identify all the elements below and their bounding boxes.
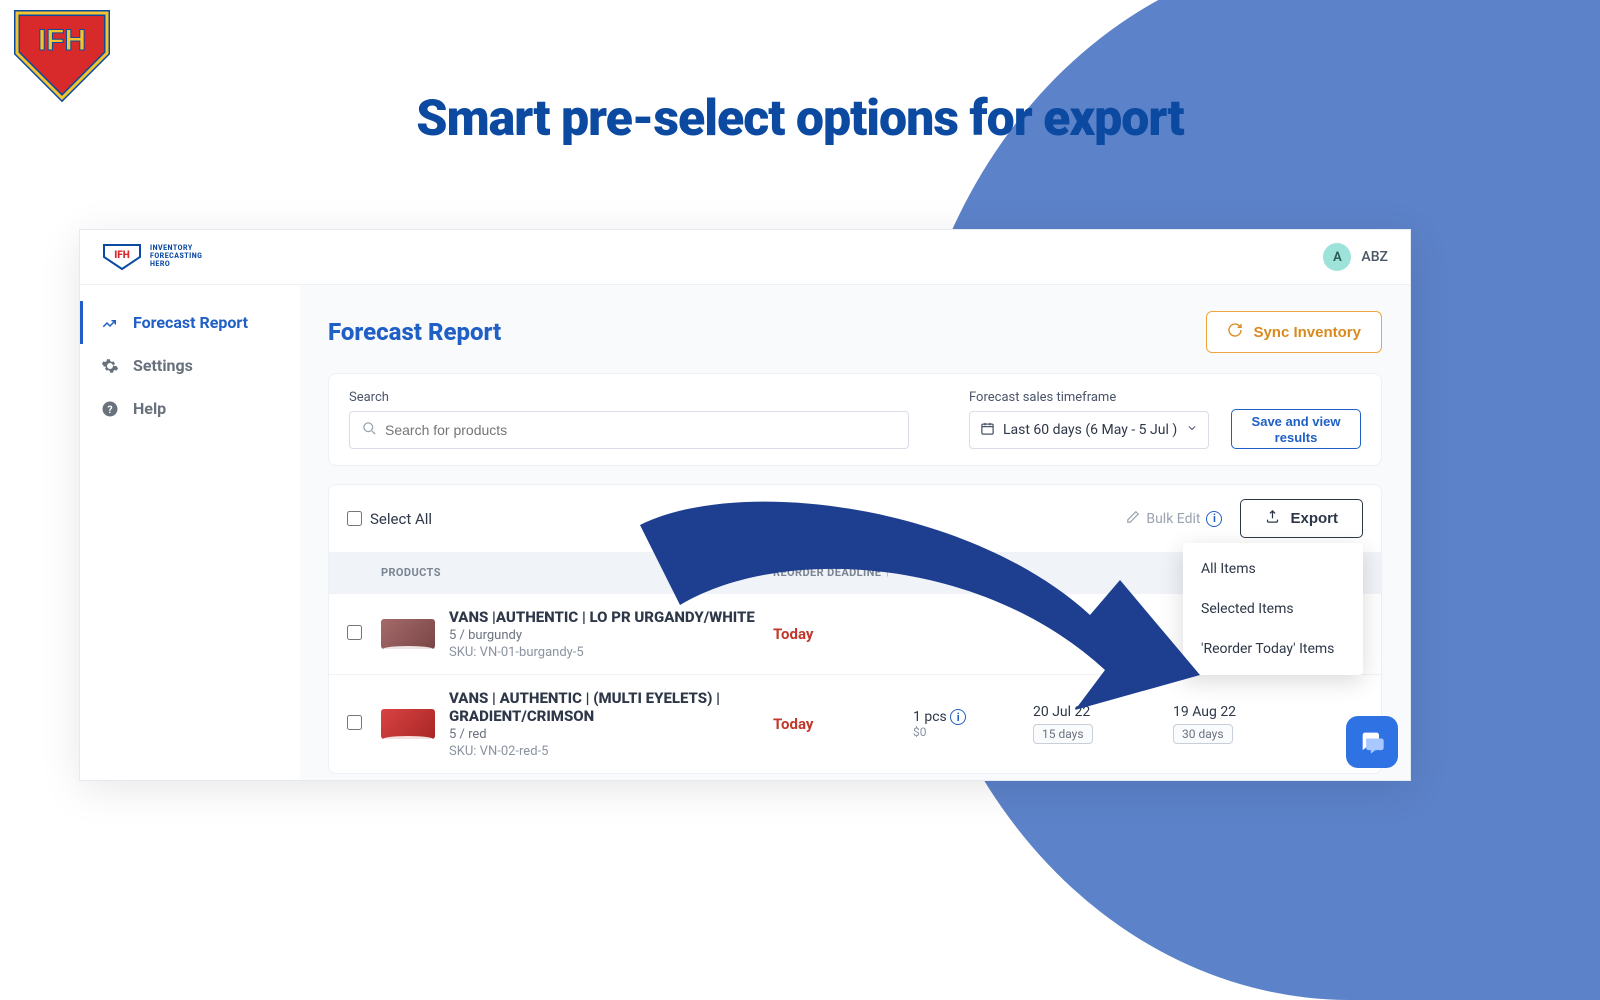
product-cell[interactable]: VANS | AUTHENTIC | (MULTI EYELETS) | GRA… (381, 689, 773, 759)
product-sku: SKU: VN-02-red-5 (449, 744, 773, 759)
show-toggle-label-partial: Sh (798, 510, 815, 528)
chat-widget-button[interactable] (1346, 716, 1398, 768)
date-cell: 19 Aug 22 30 days (1173, 704, 1363, 744)
sidebar-item-help[interactable]: ? Help (80, 387, 300, 430)
app-topbar: IFH INVENTORY FORECASTING HERO A ABZ (80, 230, 1410, 285)
sidebar-item-label: Help (133, 399, 166, 418)
bulk-edit-label: Bulk Edit (1146, 511, 1200, 527)
calendar-icon (980, 421, 995, 440)
table-panel: Select All Sh Bulk Edit i (328, 484, 1382, 774)
row-checkbox[interactable] (347, 715, 362, 730)
main-header: Forecast Report Sync Inventory (328, 311, 1382, 353)
chevron-down-icon (1186, 422, 1198, 438)
export-option-reorder-today[interactable]: 'Reorder Today' Items (1183, 629, 1363, 669)
product-variant: 5 / burgundy (449, 628, 755, 643)
select-all[interactable]: Select All (347, 510, 432, 528)
svg-text:?: ? (107, 402, 112, 415)
app-brand-logo: IFH (102, 243, 142, 271)
product-cell[interactable]: VANS |AUTHENTIC | LO PR URGANDY/WHITE 5 … (381, 608, 773, 660)
product-thumbnail (381, 619, 435, 649)
date-cell: 20 Jul 22 15 days (1033, 704, 1173, 744)
sidebar: Forecast Report Settings ? Help (80, 285, 300, 780)
search-label: Search (349, 390, 947, 405)
search-panel: Search Forecast sales timeframe (328, 373, 1382, 466)
sidebar-item-label: Forecast Report (133, 313, 248, 332)
search-icon (362, 421, 377, 440)
sidebar-item-forecast-report[interactable]: Forecast Report (80, 301, 300, 344)
select-all-checkbox[interactable] (347, 511, 362, 526)
col-products[interactable]: PRODUCTS (381, 566, 773, 579)
table-row: VANS | AUTHENTIC | (MULTI EYELETS) | GRA… (329, 674, 1381, 773)
product-sku: SKU: VN-01-burgandy-5 (449, 645, 755, 660)
pencil-icon (1126, 510, 1140, 528)
page-title: Forecast Report (328, 318, 501, 346)
days-input[interactable]: 15 days (1033, 724, 1093, 744)
col-reorder-deadline[interactable]: REORDER DEADLINE ↑ (773, 566, 913, 579)
select-all-label: Select All (370, 510, 432, 528)
deadline-value: Today (773, 715, 913, 733)
avatar: A (1323, 243, 1351, 271)
slide-headline: Smart pre-select options for export (0, 90, 1600, 148)
deadline-value: Today (773, 625, 913, 643)
table-toolbar: Select All Sh Bulk Edit i (329, 485, 1381, 552)
app-window: IFH INVENTORY FORECASTING HERO A ABZ For… (80, 230, 1410, 780)
export-option-selected-items[interactable]: Selected Items (1183, 589, 1363, 629)
app-brand: IFH INVENTORY FORECASTING HERO (102, 243, 202, 271)
export-label: Export (1290, 510, 1338, 527)
sync-button-label: Sync Inventory (1253, 324, 1361, 341)
svg-text:IFH: IFH (38, 24, 86, 57)
chat-icon (1358, 728, 1386, 756)
refresh-icon (1227, 322, 1243, 342)
search-input-wrap[interactable] (349, 411, 909, 449)
export-icon (1265, 509, 1280, 528)
svg-text:IFH: IFH (114, 250, 130, 261)
help-icon: ? (101, 400, 119, 418)
show-toggle[interactable] (738, 508, 780, 530)
sidebar-item-settings[interactable]: Settings (80, 344, 300, 387)
gear-icon (101, 357, 119, 375)
info-icon[interactable]: i (950, 709, 966, 725)
export-dropdown: All Items Selected Items 'Reorder Today'… (1183, 543, 1363, 675)
export-option-all-items[interactable]: All Items (1183, 549, 1363, 589)
main-content: Forecast Report Sync Inventory Search (300, 285, 1410, 780)
product-variant: 5 / red (449, 727, 773, 742)
product-thumbnail (381, 709, 435, 739)
timeframe-select[interactable]: Last 60 days (6 May - 5 Jul ) (969, 411, 1209, 449)
save-view-results-button[interactable]: Save and view results (1231, 409, 1361, 449)
user-label: ABZ (1361, 249, 1388, 265)
user-menu[interactable]: A ABZ (1323, 243, 1388, 271)
search-input[interactable] (385, 422, 896, 438)
info-icon[interactable]: i (1206, 511, 1222, 527)
row-checkbox[interactable] (347, 625, 362, 640)
export-button[interactable]: Export (1240, 499, 1363, 538)
product-title: VANS | AUTHENTIC | (MULTI EYELETS) | GRA… (449, 689, 773, 725)
brand-shield-logo: IFH (12, 8, 112, 103)
sort-up-icon: ↑ (885, 566, 891, 579)
product-title: VANS |AUTHENTIC | LO PR URGANDY/WHITE (449, 608, 755, 626)
sync-inventory-button[interactable]: Sync Inventory (1206, 311, 1382, 353)
timeframe-value: Last 60 days (6 May - 5 Jul ) (1003, 422, 1178, 438)
chart-icon (101, 314, 119, 332)
sidebar-item-label: Settings (133, 356, 193, 375)
bulk-edit-button[interactable]: Bulk Edit i (1126, 510, 1222, 528)
app-brand-text: INVENTORY FORECASTING HERO (150, 245, 202, 268)
quantity-cell: 1 pcs i $0 (913, 709, 1033, 740)
days-input[interactable]: 30 days (1173, 724, 1233, 744)
timeframe-label: Forecast sales timeframe (969, 390, 1209, 405)
col-quantity-partial[interactable]: QUANTI (913, 566, 1033, 579)
